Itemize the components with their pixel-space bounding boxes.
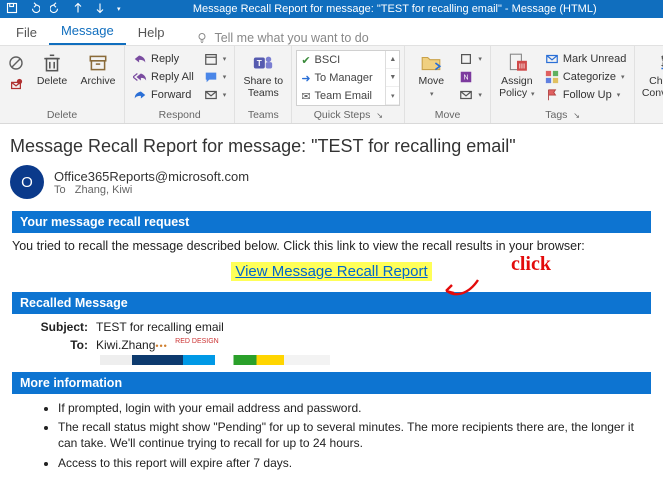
gallery-up-icon[interactable]: ▲ xyxy=(386,51,399,69)
message-body: Your message recall request You tried to… xyxy=(10,211,653,471)
red-design-label: RED DESIGN xyxy=(175,338,219,345)
to-label: To: xyxy=(36,338,88,366)
redo-icon[interactable] xyxy=(50,2,62,17)
annotation-click: click xyxy=(511,253,551,276)
svg-text:T: T xyxy=(257,59,262,68)
signature-color-bar xyxy=(100,355,330,365)
group-label-delete: Delete xyxy=(4,108,120,122)
categorize-button[interactable]: Categorize▾ xyxy=(541,68,631,86)
info-bullet-3: Access to this report will expire after … xyxy=(58,455,651,471)
quickstep-to-manager[interactable]: ➜To Manager xyxy=(297,69,385,87)
ribbon-group-respond: Reply Reply All Forward ▾ ▾ ▾ Respond xyxy=(125,46,235,123)
svg-text:III: III xyxy=(519,62,525,71)
group-label-respond: Respond xyxy=(129,108,230,122)
svg-text:N: N xyxy=(464,75,469,82)
ignore-button[interactable] xyxy=(4,50,28,96)
assign-policy-button[interactable]: III Assign Policy ▾ xyxy=(495,50,539,99)
ribbon: Delete Archive Delete Reply Reply All Fo… xyxy=(0,46,663,124)
undo-icon[interactable] xyxy=(28,2,40,17)
window-title: Message Recall Report for message: "TEST… xyxy=(127,3,663,15)
chevron-down-icon: ▾ xyxy=(478,55,482,63)
section-header-more-info: More information xyxy=(12,372,651,394)
group-label-tags: Tags ↘ xyxy=(495,108,631,122)
section-header-recalled: Recalled Message xyxy=(12,292,651,314)
chevron-down-icon: ▾ xyxy=(223,55,227,63)
chevron-down-icon: ▾ xyxy=(430,91,434,98)
im-button[interactable]: ▾ xyxy=(200,68,231,86)
forward-button[interactable]: Forward xyxy=(129,86,198,104)
more-info-list: If prompted, login with your email addre… xyxy=(58,400,651,471)
annotation-arrow-icon xyxy=(443,277,483,303)
chevron-down-icon: ▾ xyxy=(223,73,227,81)
tab-file[interactable]: File xyxy=(4,19,49,45)
move-button[interactable]: Move▾ xyxy=(409,50,453,99)
tell-me-placeholder: Tell me what you want to do xyxy=(214,31,368,45)
ribbon-group-teams: T Share to Teams Teams xyxy=(235,46,292,123)
info-bullet-1: If prompted, login with your email addre… xyxy=(58,400,651,416)
chevron-down-icon: ▾ xyxy=(223,91,227,99)
chevron-down-icon: ▾ xyxy=(617,91,621,99)
recipient-line: To Zhang, Kiwi xyxy=(54,184,249,196)
lightbulb-icon xyxy=(196,32,208,44)
follow-up-button[interactable]: Follow Up▾ xyxy=(541,86,631,104)
meeting-button[interactable]: ▾ xyxy=(200,50,231,68)
view-recall-report-link[interactable]: View Message Recall Report xyxy=(231,262,431,281)
subject-value: TEST for recalling email xyxy=(96,320,224,334)
more-respond-button[interactable]: ▾ xyxy=(200,86,231,104)
reading-pane: Message Recall Report for message: "TEST… xyxy=(0,124,663,482)
body-intro-text: You tried to recall the message describe… xyxy=(12,239,651,253)
mark-unread-button[interactable]: Mark Unread xyxy=(541,50,631,68)
chevron-down-icon: ▾ xyxy=(621,73,625,81)
chevron-down-icon: ▾ xyxy=(478,91,482,99)
reply-all-button[interactable]: Reply All xyxy=(129,68,198,86)
info-bullet-2: The recall status might show "Pending" f… xyxy=(58,419,651,451)
message-subject: Message Recall Report for message: "TEST… xyxy=(10,136,653,157)
onenote-button[interactable]: N xyxy=(455,68,486,86)
save-icon[interactable] xyxy=(6,2,18,17)
recalled-subject-row: Subject: TEST for recalling email xyxy=(36,320,651,334)
previous-item-icon[interactable] xyxy=(72,2,84,17)
gallery-down-icon[interactable]: ▼ xyxy=(386,69,399,87)
group-label-quicksteps: Quick Steps ↘ xyxy=(296,108,400,122)
rules-button[interactable]: ▾ xyxy=(455,50,486,68)
ribbon-group-editing: 繁 Chinese Conversion ▾ ▾ Editin xyxy=(635,46,663,123)
chevron-down-icon: ▾ xyxy=(531,91,535,98)
qat-customize-icon[interactable]: ▾ xyxy=(117,5,121,13)
section-header-request: Your message recall request xyxy=(12,211,651,233)
quicksteps-gallery-spinner: ▲ ▼ ▾ xyxy=(385,51,399,105)
quickstep-team-email[interactable]: ✉Team Email xyxy=(297,87,385,105)
chinese-conversion-button[interactable]: 繁 Chinese Conversion ▾ xyxy=(639,50,663,111)
tab-help[interactable]: Help xyxy=(126,19,177,45)
quickstep-bsci[interactable]: ✔BSCI xyxy=(297,51,385,69)
group-label-move: Move xyxy=(409,108,486,122)
to-value: Kiwi.Zhang••• RED DESIGN xyxy=(96,338,330,366)
ribbon-group-move: Move▾ ▾ N ▾ Move xyxy=(405,46,491,123)
gallery-more-icon[interactable]: ▾ xyxy=(386,87,399,105)
tell-me-search[interactable]: Tell me what you want to do xyxy=(176,31,368,45)
recalled-to-row: To: Kiwi.Zhang••• RED DESIGN xyxy=(36,338,651,366)
group-label-teams: Teams xyxy=(239,108,287,122)
actions-button[interactable]: ▾ xyxy=(455,86,486,104)
message-header: O Office365Reports@microsoft.com To Zhan… xyxy=(10,165,653,199)
ribbon-group-delete: Delete Archive Delete xyxy=(0,46,125,123)
subject-label: Subject: xyxy=(36,320,88,334)
next-item-icon[interactable] xyxy=(94,2,106,17)
reply-button[interactable]: Reply xyxy=(129,50,198,68)
group-label-editing: Editin xyxy=(639,111,663,125)
sender-address: Office365Reports@microsoft.com xyxy=(54,169,249,184)
sender-avatar: O xyxy=(10,165,44,199)
window-titlebar: ▾ Message Recall Report for message: "TE… xyxy=(0,0,663,18)
ribbon-group-tags: III Assign Policy ▾ Mark Unread Categori… xyxy=(491,46,636,123)
archive-button[interactable]: Archive xyxy=(76,50,120,88)
ribbon-tabs: File Message Help Tell me what you want … xyxy=(0,18,663,46)
delete-button[interactable]: Delete xyxy=(30,50,74,88)
tab-message[interactable]: Message xyxy=(49,17,126,45)
quick-access-toolbar: ▾ xyxy=(0,2,127,17)
share-to-teams-button[interactable]: T Share to Teams xyxy=(239,50,287,99)
ribbon-group-quicksteps: ✔BSCI ➜To Manager ✉Team Email ▲ ▼ ▾ Quic… xyxy=(292,46,405,123)
